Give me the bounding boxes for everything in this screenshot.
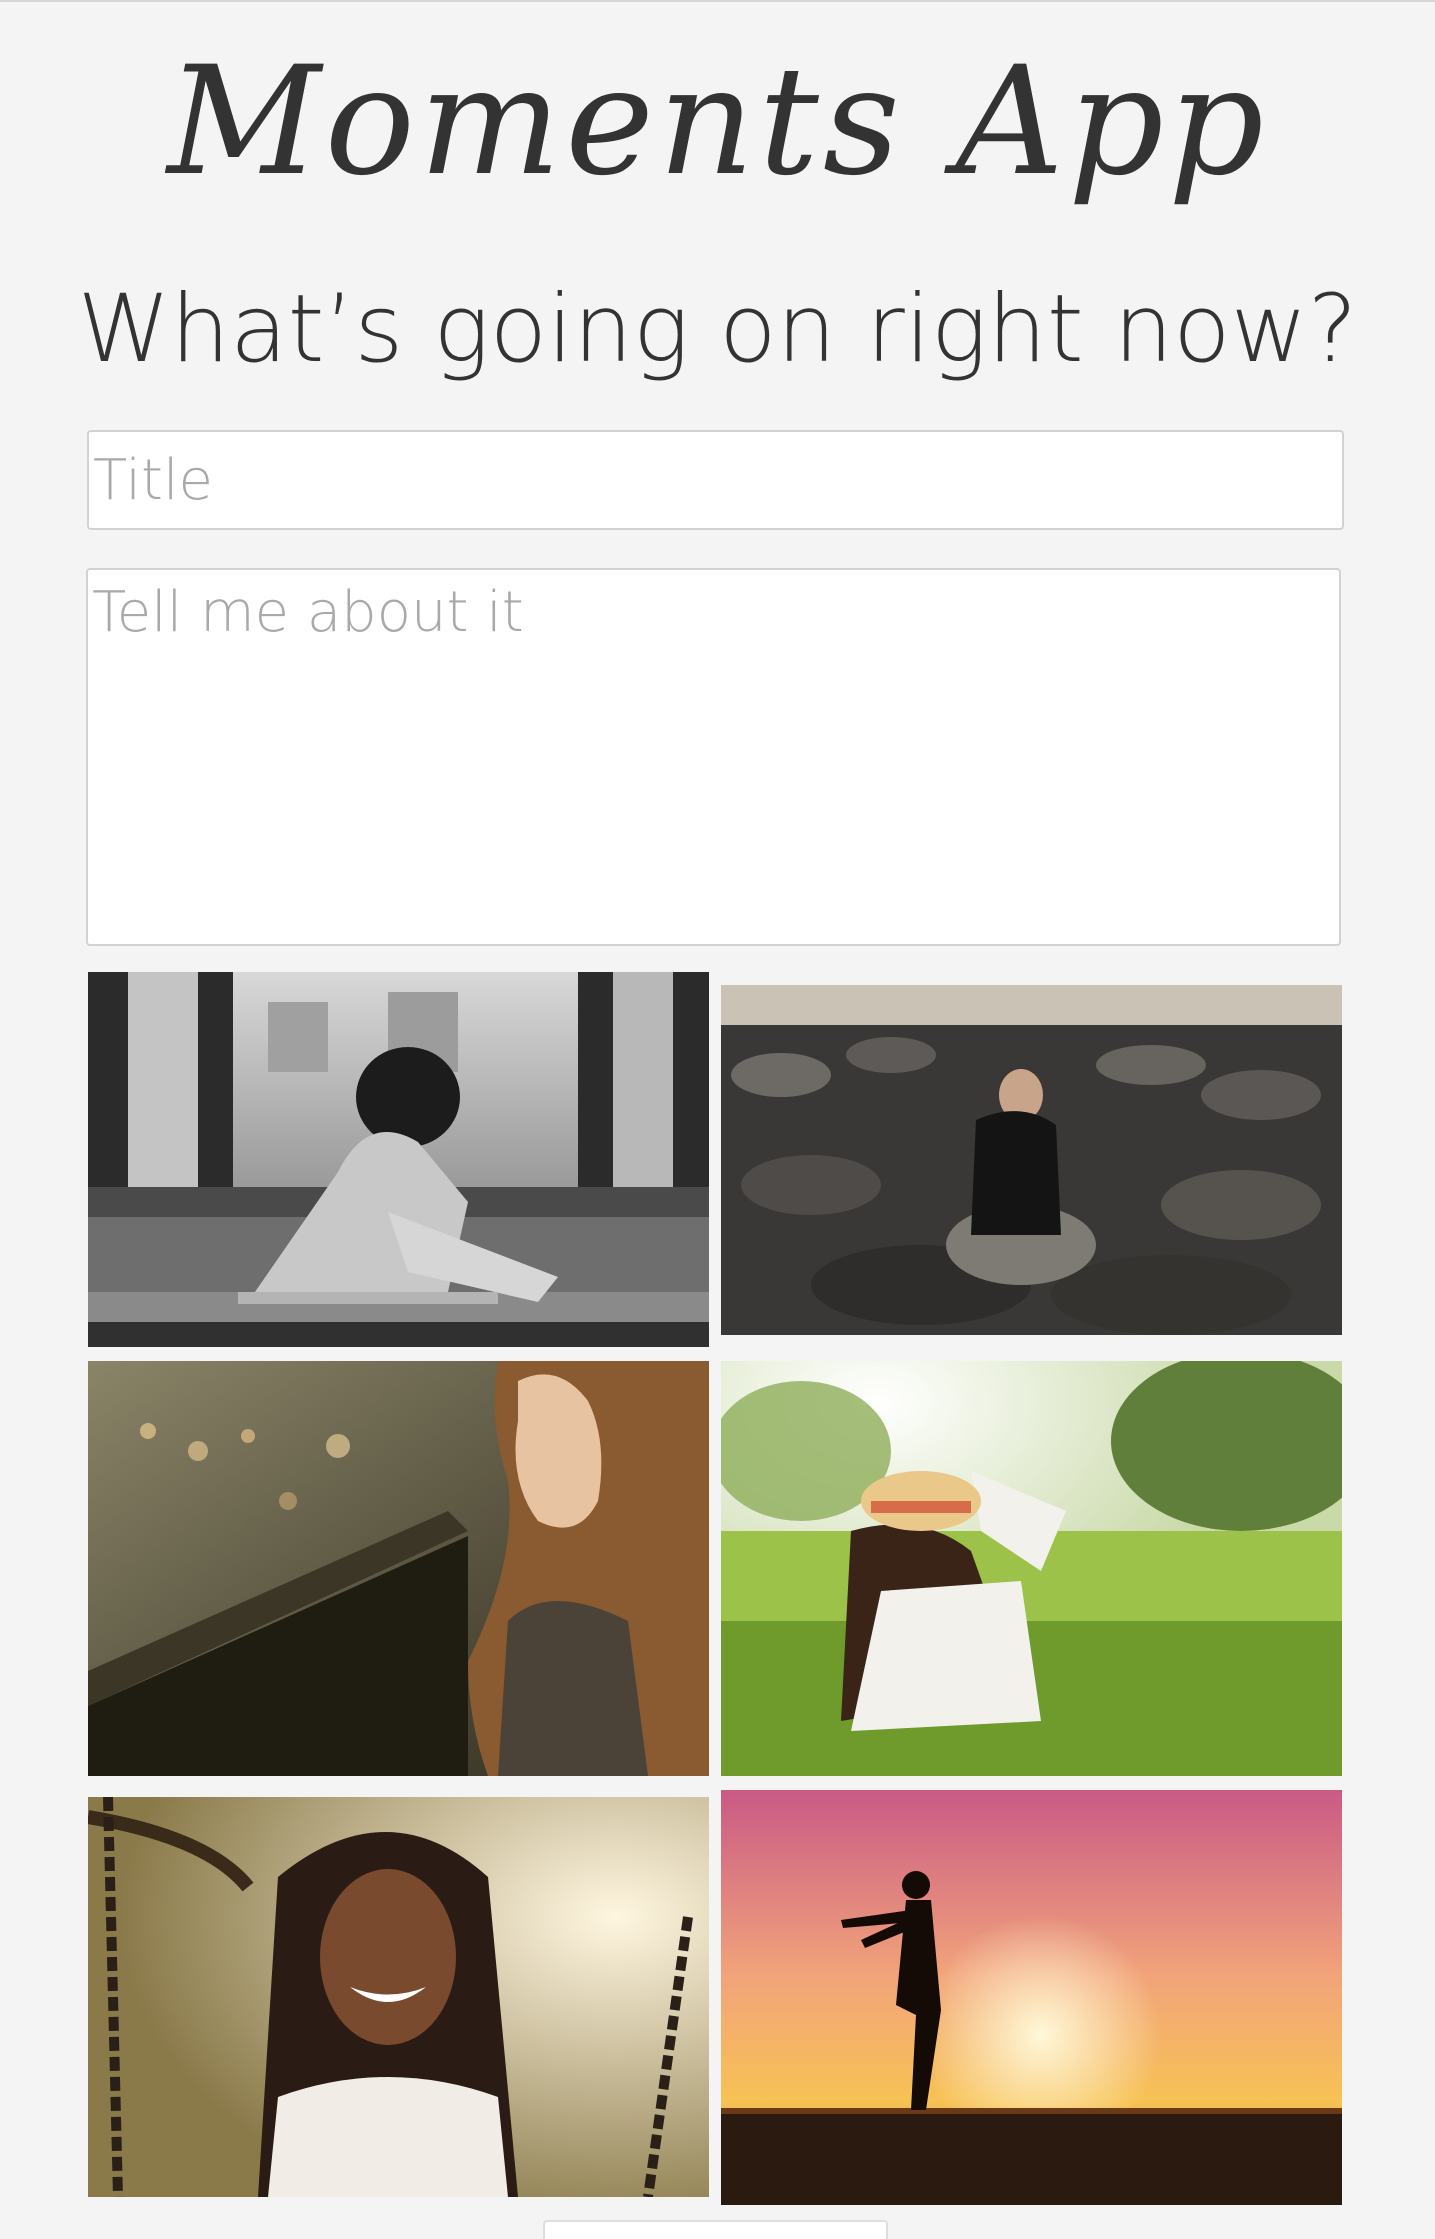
gallery-photo-rocks-woman[interactable] [721,985,1342,1335]
meadow-girl-image [721,1361,1342,1776]
sunset-silhouette-image [721,1790,1342,2205]
gallery-photo-sunset-silhouette[interactable] [721,1790,1342,2205]
woman-profile-image [88,1361,709,1776]
app-title: Moments App [167,35,1268,209]
submit-button[interactable] [543,2220,888,2239]
moments-page: Moments App What’s going on right now? [0,0,1435,2239]
gallery-photo-woman-profile[interactable] [88,1361,709,1776]
gallery-photo-swing-woman[interactable] [88,1797,709,2197]
title-input[interactable] [87,430,1344,530]
story-textarea[interactable] [86,568,1341,946]
tagline: What’s going on right now? [77,275,1358,384]
window-girl-image [88,972,709,1347]
gallery-photo-window-girl[interactable] [88,972,709,1347]
gallery-photo-meadow-girl[interactable] [721,1361,1342,1776]
rocks-woman-image [721,985,1342,1335]
swing-woman-image [88,1797,709,2197]
